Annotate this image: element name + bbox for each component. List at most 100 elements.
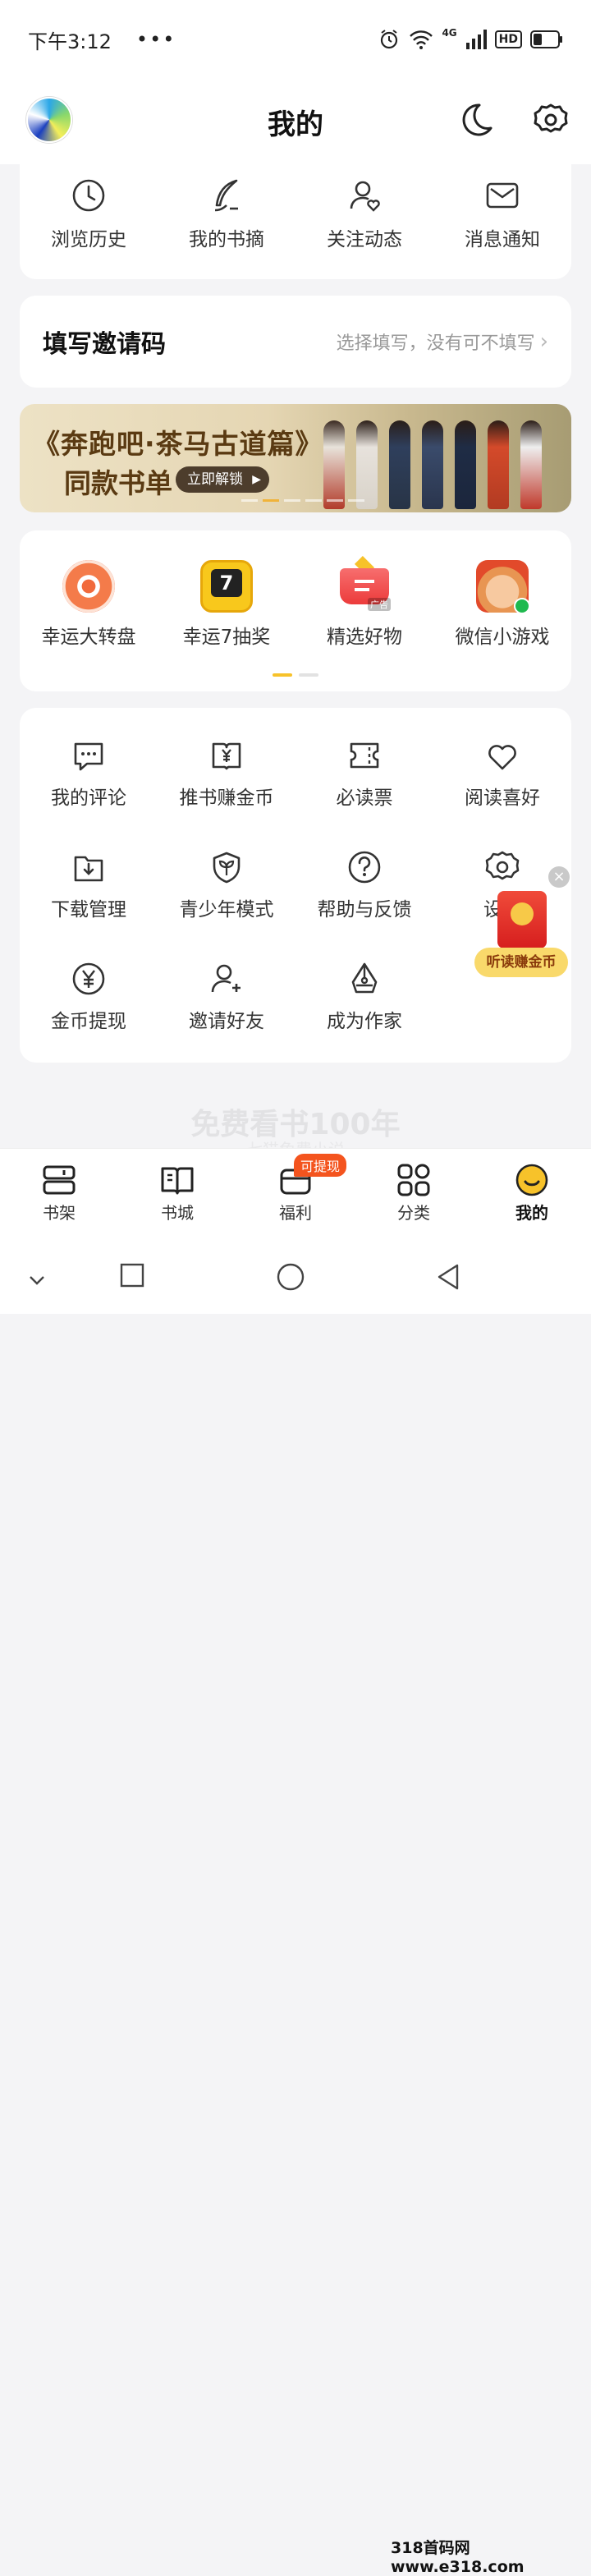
- wechat-game-icon: [476, 560, 530, 614]
- tab-mine-label: 我的: [515, 1203, 548, 1223]
- bottom-tab-bar: 书架 书城 福利 可提现 分类 我的: [0, 1148, 591, 1245]
- invite-code-row[interactable]: 填写邀请码 选择填写，没有可不填写 ›: [20, 296, 571, 388]
- pager-dot: [348, 499, 364, 502]
- moon-icon[interactable]: [460, 102, 492, 138]
- tab-bookshelf-label: 书架: [43, 1203, 76, 1223]
- alarm-icon: [381, 30, 398, 49]
- sprout-icon: [213, 852, 241, 884]
- coin-withdraw-label: 金币提现: [51, 1011, 126, 1032]
- banner-subtitle: 同款书单: [64, 467, 172, 499]
- chevron-down-icon[interactable]: [28, 1274, 46, 1286]
- my-comments-label: 我的评论: [51, 787, 126, 809]
- lucky-wheel-label: 幸运大转盘: [41, 627, 136, 648]
- lucky7-icon: 7: [200, 560, 253, 613]
- selected-goods-label: 精选好物: [327, 627, 402, 648]
- quick-menu-card: 浏览历史 我的书摘 关注动态 消息通知: [20, 161, 571, 279]
- settings-gear-icon[interactable]: [534, 102, 568, 138]
- coin-icon: [511, 902, 534, 925]
- following-label: 关注动态: [327, 229, 402, 250]
- become-writer-entry[interactable]: 成为作家: [296, 961, 433, 1033]
- following-entry[interactable]: 关注动态: [296, 161, 433, 279]
- pager-dot: [305, 499, 322, 502]
- tab-welfare-label: 福利: [279, 1203, 312, 1223]
- help-icon: [348, 851, 381, 884]
- home-button[interactable]: [277, 1263, 305, 1291]
- listen-earn-button[interactable]: 听读赚金币: [474, 948, 568, 977]
- chevron-right-icon: ›: [539, 329, 548, 354]
- must-read-ticket-label: 必读票: [336, 787, 393, 809]
- must-read-ticket-entry[interactable]: 必读票: [296, 737, 433, 810]
- status-icons: 4G HD: [378, 27, 563, 51]
- reading-preference-label: 阅读喜好: [465, 787, 540, 809]
- play-arrow-icon: ▶: [252, 473, 261, 486]
- pager-dot: [327, 499, 343, 502]
- promo-banner[interactable]: 《奔跑吧·茶马古道篇》 同款书单 立即解锁 ▶: [20, 404, 571, 512]
- tools-card: 我的评论 推书赚金币 必读票 阅读喜好 下载管理 青少年模式 帮助与反馈 设置: [20, 708, 571, 1063]
- grid-icon: [397, 1164, 430, 1196]
- download-manager-entry[interactable]: 下载管理: [20, 849, 158, 921]
- back-button[interactable]: [436, 1263, 460, 1291]
- my-comments-entry[interactable]: 我的评论: [20, 737, 158, 810]
- pager-dot-active: [263, 499, 279, 502]
- heart-icon: [488, 745, 516, 770]
- clock-icon: [72, 179, 105, 212]
- status-time: 下午3:12: [28, 30, 112, 53]
- feather-icon: [214, 179, 238, 212]
- excerpts-entry[interactable]: 我的书摘: [158, 161, 296, 279]
- tab-welfare[interactable]: 福利 可提现: [236, 1149, 355, 1245]
- invite-friends-entry[interactable]: 邀请好友: [158, 961, 296, 1033]
- tab-mine[interactable]: 我的: [473, 1149, 591, 1245]
- wifi-icon: [410, 30, 433, 49]
- lucky7-label: 幸运7抽奖: [182, 627, 271, 648]
- gear-icon: [485, 851, 520, 880]
- comment-icon: [74, 742, 103, 771]
- invite-friends-label: 邀请好友: [189, 1011, 264, 1032]
- become-writer-label: 成为作家: [327, 1011, 402, 1032]
- pager-dot: [241, 499, 258, 502]
- wechat-game-entry[interactable]: 微信小游戏: [433, 560, 571, 649]
- tab-bookstore[interactable]: 书城: [118, 1149, 236, 1245]
- help-feedback-entry[interactable]: 帮助与反馈: [296, 849, 433, 921]
- excerpts-label: 我的书摘: [189, 229, 264, 250]
- invite-hint: 选择填写，没有可不填写: [336, 333, 535, 354]
- messages-entry[interactable]: 消息通知: [433, 161, 571, 279]
- help-feedback-label: 帮助与反馈: [317, 899, 412, 921]
- user-plus-icon: [211, 964, 241, 993]
- banner-photo: [323, 420, 542, 509]
- download-manager-label: 下载管理: [51, 899, 126, 921]
- history-label: 浏览历史: [51, 229, 126, 250]
- lucky7-entry[interactable]: 7 幸运7抽奖: [158, 560, 296, 649]
- hd-badge: HD: [494, 30, 522, 48]
- history-entry[interactable]: 浏览历史: [20, 161, 158, 279]
- coin-withdraw-entry[interactable]: 金币提现: [20, 961, 158, 1033]
- avatar[interactable]: [26, 97, 72, 143]
- games-pager: [273, 673, 318, 677]
- tab-bookstore-label: 书城: [161, 1203, 194, 1223]
- system-nav-bar: 318首码网 www.e318.com: [0, 1245, 591, 2576]
- smile-icon: [515, 1164, 548, 1196]
- teen-mode-entry[interactable]: 青少年模式: [158, 849, 296, 921]
- float-close-button[interactable]: ×: [548, 866, 570, 888]
- banner-button-label: 立即解锁: [187, 471, 243, 488]
- activities-card: 幸运大转盘 7 幸运7抽奖 广告 精选好物 微信小游戏: [20, 530, 571, 691]
- recommend-earn-entry[interactable]: 推书赚金币: [158, 737, 296, 810]
- user-heart-icon: [350, 181, 380, 212]
- recent-apps-button[interactable]: [120, 1263, 144, 1288]
- tab-category[interactable]: 分类: [355, 1149, 473, 1245]
- red-packet-icon[interactable]: [497, 891, 547, 948]
- signal-icon: [465, 30, 487, 49]
- selected-goods-entry[interactable]: 广告 精选好物: [296, 555, 433, 649]
- cart-icon: 广告: [338, 555, 391, 613]
- status-more-icon: •••: [135, 28, 176, 51]
- reading-preference-entry[interactable]: 阅读喜好: [433, 737, 571, 810]
- ticket-icon: [350, 742, 379, 769]
- shelf-icon: [43, 1165, 76, 1195]
- banner-unlock-button[interactable]: 立即解锁 ▶: [176, 466, 269, 493]
- banner-pager: [241, 499, 364, 502]
- ad-tag: 广告: [368, 598, 391, 611]
- lucky-wheel-entry[interactable]: 幸运大转盘: [20, 560, 158, 649]
- tab-bookshelf[interactable]: 书架: [0, 1149, 118, 1245]
- open-book-icon: [161, 1167, 194, 1195]
- download-icon: [74, 856, 103, 882]
- messages-label: 消息通知: [465, 229, 540, 250]
